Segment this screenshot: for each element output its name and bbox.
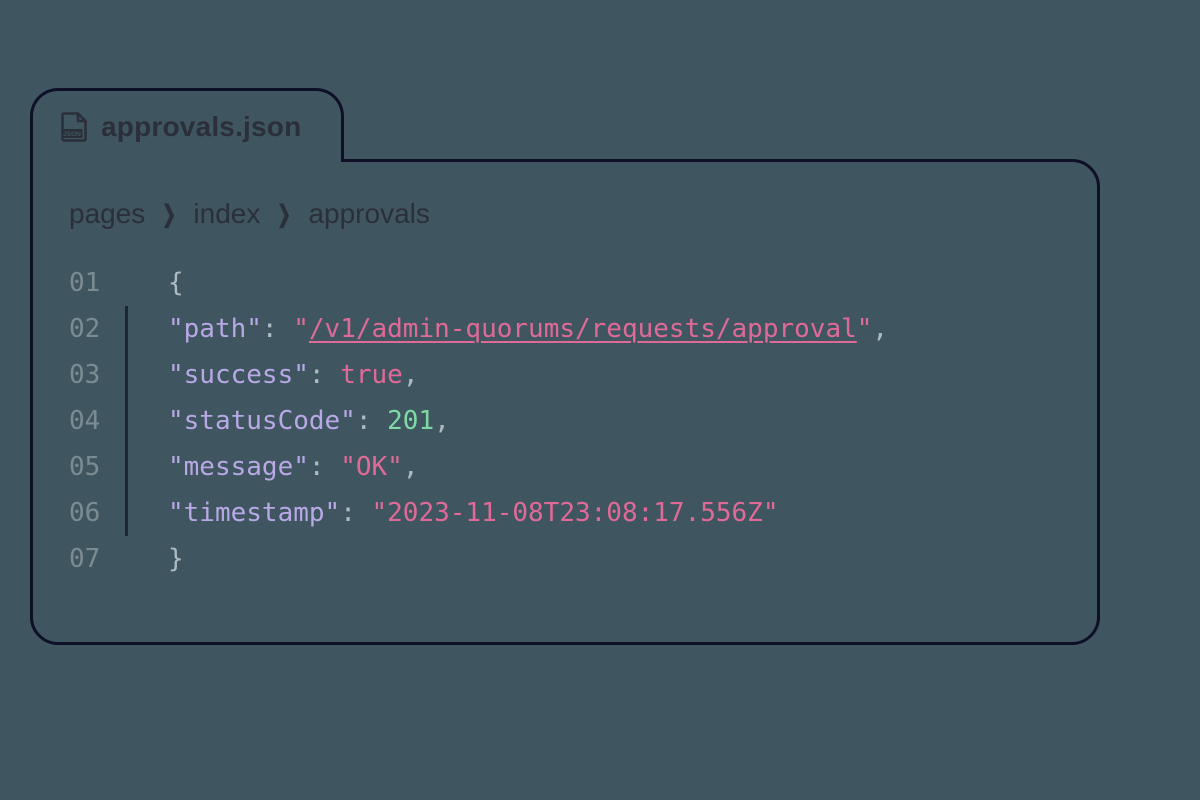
code-block[interactable]: 01 {02 "path": "/v1/admin-quorums/requests… [69,260,1061,582]
code-content: "path": "/v1/admin-quorums/requests/appr… [168,306,888,352]
token-s: /v1/admin-quorums/requests/approval [309,314,857,344]
breadcrumb: pages ❯ index ❯ approvals [69,198,1061,230]
code-content: "statusCode": 201, [168,398,450,444]
token-s: "OK" [340,452,403,482]
indent-guide [125,352,128,398]
line-number: 06 [69,490,123,536]
token-p: , [403,452,419,482]
svg-text:JSON: JSON [63,131,81,138]
token-s: " [293,314,309,344]
file-editor: JSON approvals.json pages ❯ index ❯ appr… [30,88,1100,645]
token-k: "statusCode" [168,406,356,436]
indent-guide [125,398,128,444]
indent-guide [125,490,128,536]
code-line[interactable]: 01 { [69,260,1061,306]
token-k: "message" [168,452,309,482]
token-p: : [309,360,340,390]
chevron-right-icon: ❯ [277,200,291,229]
token-brace: { [168,268,184,298]
token-p: : [262,314,293,344]
line-number: 01 [69,260,123,306]
code-line[interactable]: 03 "success": true, [69,352,1061,398]
token-p: : [356,406,387,436]
code-line[interactable]: 05 "message": "OK", [69,444,1061,490]
token-p: : [309,452,340,482]
code-content: } [168,536,184,582]
token-brace: } [168,544,184,574]
indent-guide [125,444,128,490]
token-p: , [872,314,888,344]
code-content: "success": true, [168,352,418,398]
line-number: 03 [69,352,123,398]
token-s: "2023-11-08T23:08:17.556Z" [372,498,779,528]
token-k: "path" [168,314,262,344]
file-tab[interactable]: JSON approvals.json [30,88,344,162]
code-line[interactable]: 02 "path": "/v1/admin-quorums/requests/ap… [69,306,1061,352]
token-k: "timestamp" [168,498,340,528]
token-n: 201 [387,406,434,436]
chevron-right-icon: ❯ [162,200,176,229]
code-line[interactable]: 07} [69,536,1061,582]
line-number: 02 [69,306,123,352]
breadcrumb-segment[interactable]: pages [69,198,145,230]
token-p: , [434,406,450,436]
code-line[interactable]: 04 "statusCode": 201, [69,398,1061,444]
code-content: "timestamp": "2023-11-08T23:08:17.556Z" [168,490,779,536]
token-p: , [403,360,419,390]
breadcrumb-segment[interactable]: approvals [308,198,429,230]
token-k: "success" [168,360,309,390]
line-number: 04 [69,398,123,444]
code-line[interactable]: 06 "timestamp": "2023-11-08T23:08:17.556Z… [69,490,1061,536]
line-number: 05 [69,444,123,490]
breadcrumb-segment[interactable]: index [193,198,260,230]
token-s: " [857,314,873,344]
line-number: 07 [69,536,123,582]
editor-body: pages ❯ index ❯ approvals 01 {02 "path": "… [30,159,1100,645]
code-content: { [168,260,184,306]
token-b: true [340,360,403,390]
indent-guide [125,306,128,352]
token-p: : [340,498,371,528]
filename-label: approvals.json [101,111,301,143]
json-file-icon: JSON [61,112,87,142]
code-content: "message": "OK", [168,444,418,490]
